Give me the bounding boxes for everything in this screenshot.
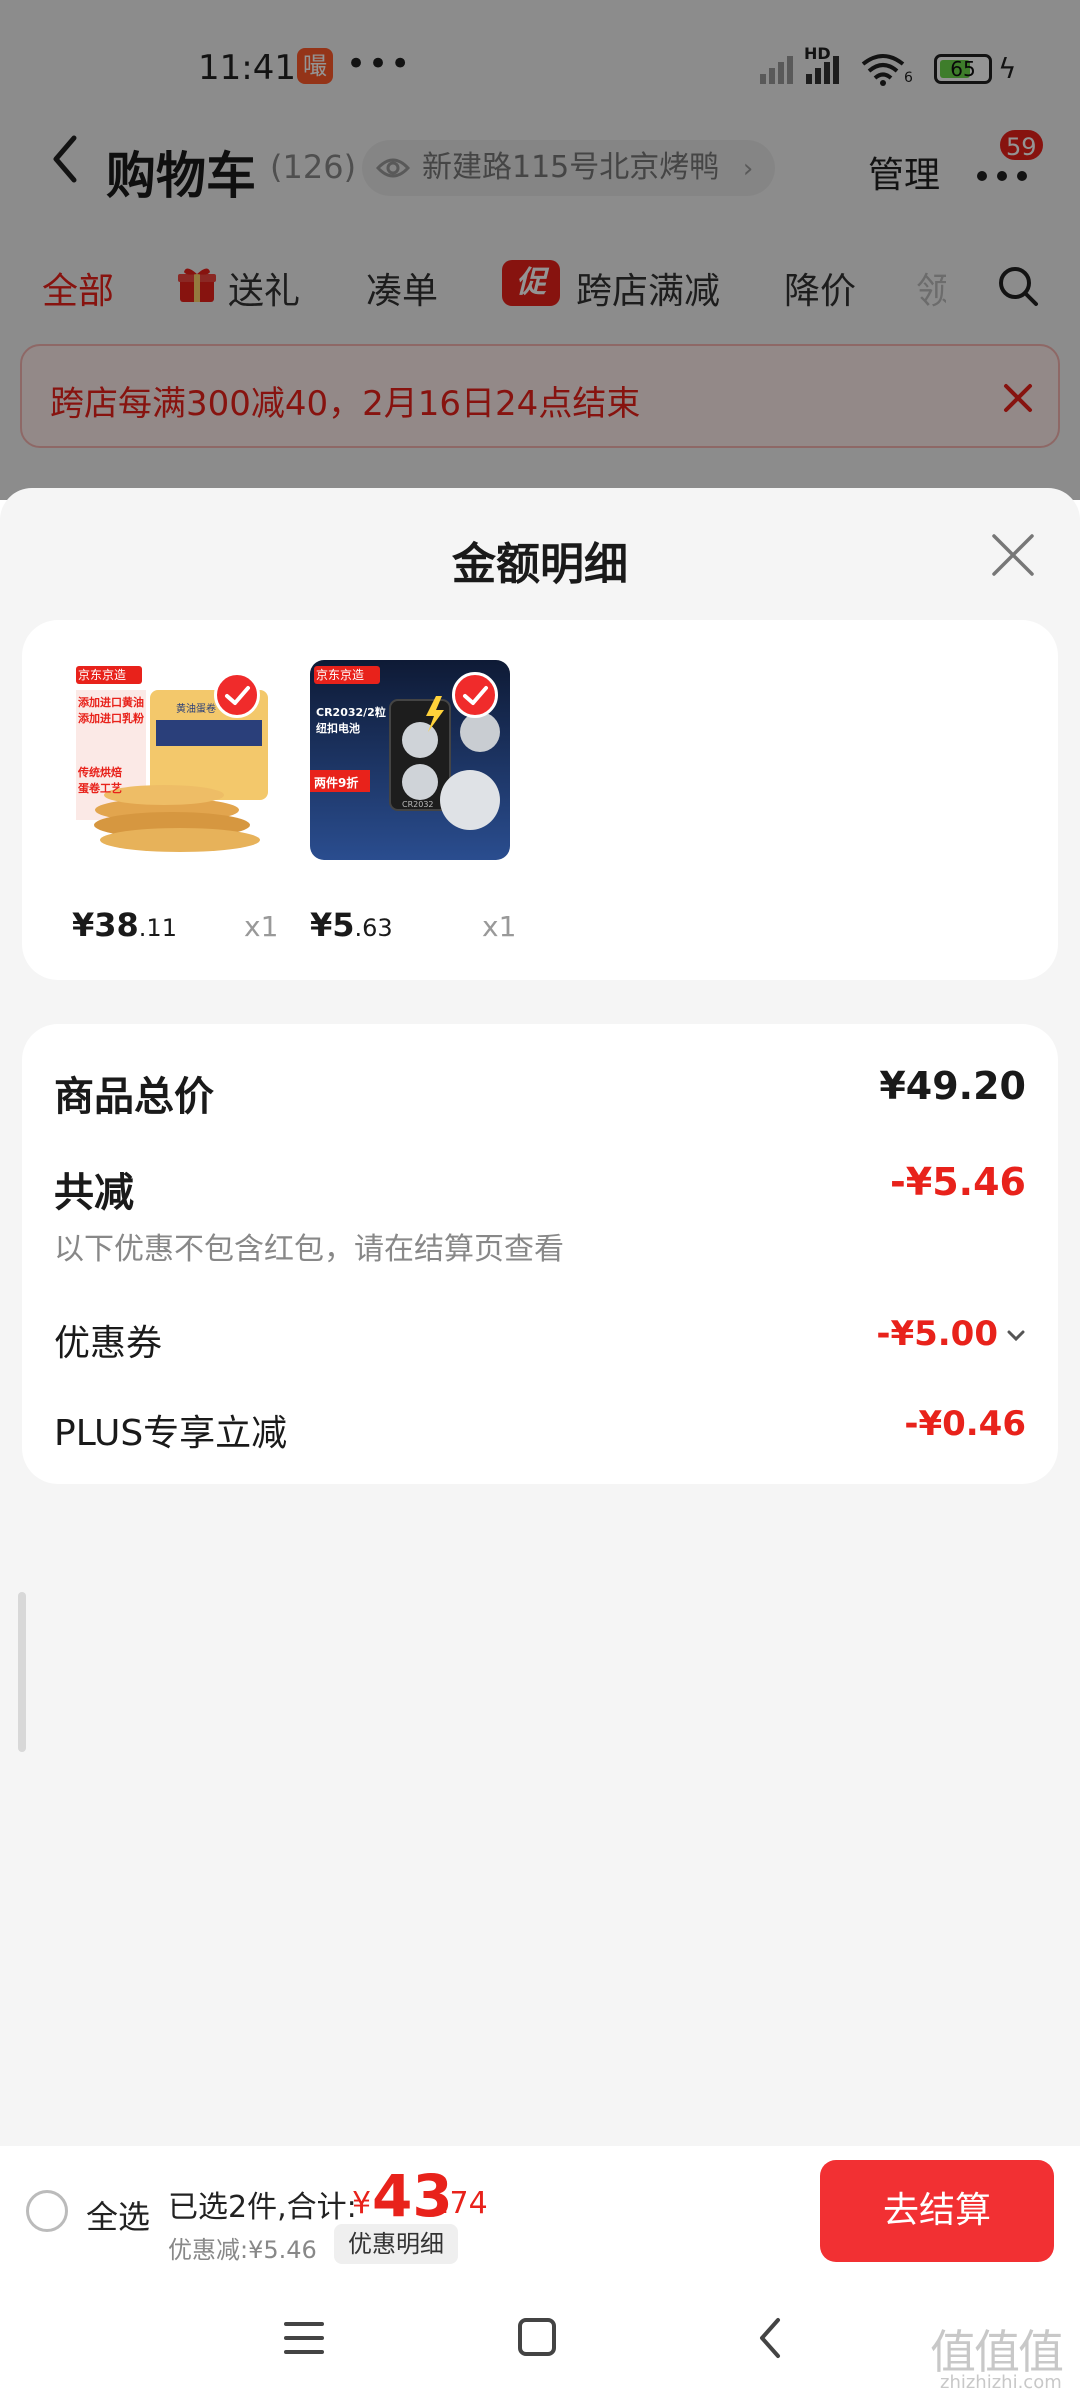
battery-label: CR2032 (402, 800, 434, 809)
sheet-close-icon[interactable] (988, 530, 1038, 580)
product-image-label: CR2032/2粒 (316, 706, 386, 719)
discount-value: -¥5.46 (890, 1160, 1026, 1204)
product-image-label: 黄油蛋卷 (176, 704, 216, 715)
coupon-value: -¥5.00 (876, 1314, 998, 1354)
price-summary-card: 商品总价 ¥49.20 共减 -¥5.46 以下优惠不包含红包，请在结算页查看 … (22, 1024, 1058, 1484)
selected-products-card: 京东京造 黄油蛋卷 添加进口黄油 添加进口乳粉 传统烘焙 蛋卷工艺 ¥38.11… (22, 620, 1058, 980)
plus-discount-value: -¥0.46 (904, 1404, 1026, 1444)
amount-detail-sheet: 金额明细 京东京造 黄油蛋卷 添加进口黄油 添加进口乳粉 传统烘焙 蛋卷工艺 ¥… (0, 488, 1080, 2150)
product-item[interactable]: 京东京造 CR2032/2粒 纽扣电池 两件9折 CR2032 ¥5.63 x1 (310, 660, 530, 944)
product-image-brand: 京东京造 (78, 668, 127, 682)
price-decimal: .63 (354, 914, 393, 942)
product-image-feature: 添加进口乳粉 (78, 712, 144, 725)
product-image-feature: 蛋卷工艺 (78, 782, 122, 795)
product-quantity: x1 (482, 910, 517, 943)
plus-discount-label: PLUS专享立减 (54, 1413, 288, 1454)
home-icon[interactable] (518, 2318, 556, 2356)
select-all-checkbox[interactable] (26, 2190, 68, 2232)
total-amount-decimal: .74 (440, 2186, 488, 2221)
scroll-indicator[interactable] (18, 1592, 26, 1752)
system-back-icon[interactable] (756, 2316, 784, 2360)
product-image-promo: 两件9折 (314, 776, 359, 790)
product-price: ¥38.11 (72, 906, 177, 944)
product-price: ¥5.63 (310, 906, 393, 944)
total-currency: ¥ (352, 2186, 372, 2221)
recent-apps-icon[interactable] (284, 2320, 324, 2356)
price-integer: ¥5 (310, 906, 355, 944)
site-watermark: 值值值 zhizhizhi.com (930, 2316, 1070, 2396)
product-image-brand: 京东京造 (316, 668, 365, 682)
discount-label: 共减 (54, 1170, 134, 1216)
product-image-feature: 传统烘焙 (78, 766, 122, 779)
checkout-bar: 全选 已选2件,合计: ¥ 43 .74 优惠减:¥5.46 优惠明细 去结算 (0, 2146, 1080, 2276)
selected-check-icon[interactable] (452, 672, 498, 718)
select-all-label[interactable]: 全选 (86, 2192, 150, 2238)
selected-check-icon[interactable] (214, 672, 260, 718)
selected-count-text: 已选2件,合计: (168, 2190, 357, 2225)
modal-overlay[interactable] (0, 0, 1080, 500)
product-image-feature: 添加进口黄油 (78, 696, 144, 709)
product-item[interactable]: 京东京造 黄油蛋卷 添加进口黄油 添加进口乳粉 传统烘焙 蛋卷工艺 ¥38.11… (72, 660, 292, 944)
discount-detail-button[interactable]: 优惠明细 (334, 2224, 458, 2264)
watermark-text: zhizhizhi.com (940, 2372, 1062, 2393)
total-price-value: ¥49.20 (879, 1064, 1026, 1108)
coupon-label: 优惠券 (54, 1323, 163, 1364)
product-image-label: 纽扣电池 (316, 722, 360, 735)
chevron-down-icon (1007, 1330, 1025, 1341)
sheet-title: 金额明细 (452, 539, 628, 590)
price-integer: ¥38 (72, 906, 139, 944)
price-decimal: .11 (138, 914, 177, 942)
total-price-label: 商品总价 (54, 1074, 214, 1120)
product-quantity: x1 (244, 910, 279, 943)
discount-summary: 优惠减:¥5.46 (168, 2236, 317, 2264)
checkout-button[interactable]: 去结算 (820, 2160, 1054, 2262)
coupon-value-wrap: -¥5.00 (876, 1314, 1026, 1354)
discount-note: 以下优惠不包含红包，请在结算页查看 (54, 1232, 564, 1267)
system-navigation-bar: 值值值 zhizhizhi.com (0, 2276, 1080, 2400)
